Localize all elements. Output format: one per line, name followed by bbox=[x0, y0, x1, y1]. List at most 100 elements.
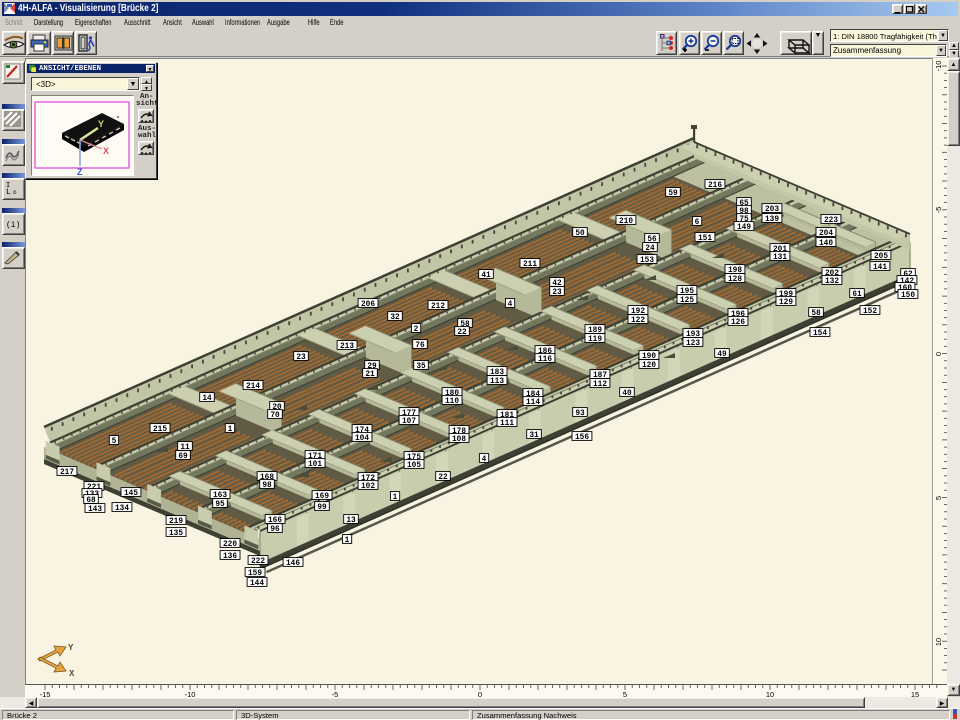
svg-text:102: 102 bbox=[361, 483, 375, 491]
svg-text:119: 119 bbox=[588, 336, 602, 344]
svg-text:145: 145 bbox=[124, 490, 138, 498]
svg-text:140: 140 bbox=[819, 240, 833, 248]
svg-text:96: 96 bbox=[270, 526, 280, 534]
svg-text:32: 32 bbox=[390, 314, 400, 322]
svg-text:123: 123 bbox=[686, 340, 700, 348]
svg-text:212: 212 bbox=[431, 303, 445, 311]
svg-text:22: 22 bbox=[457, 329, 467, 337]
svg-text:153: 153 bbox=[640, 257, 654, 265]
svg-text:139: 139 bbox=[765, 216, 779, 224]
svg-text:o: o bbox=[13, 189, 17, 196]
svg-text:203: 203 bbox=[765, 206, 779, 214]
svg-text:204: 204 bbox=[819, 230, 833, 238]
svg-text:141: 141 bbox=[873, 264, 887, 272]
svg-text:116: 116 bbox=[538, 356, 552, 364]
svg-text:61: 61 bbox=[852, 291, 862, 299]
svg-text:L: L bbox=[6, 188, 11, 197]
svg-text:31: 31 bbox=[529, 432, 539, 440]
svg-text:131: 131 bbox=[773, 254, 787, 262]
svg-text:214: 214 bbox=[246, 383, 260, 391]
svg-text:101: 101 bbox=[308, 461, 322, 469]
svg-text:69: 69 bbox=[178, 453, 188, 461]
svg-text:41: 41 bbox=[481, 272, 491, 280]
svg-text:111: 111 bbox=[500, 420, 514, 428]
svg-text:149: 149 bbox=[737, 224, 751, 232]
svg-text:35: 35 bbox=[416, 363, 426, 371]
svg-text:Y: Y bbox=[98, 119, 104, 129]
svg-text:156: 156 bbox=[575, 434, 589, 442]
svg-text:159: 159 bbox=[248, 570, 262, 578]
svg-text:152: 152 bbox=[863, 308, 877, 316]
svg-text:70: 70 bbox=[270, 412, 280, 420]
svg-text:169: 169 bbox=[315, 493, 329, 501]
svg-text:X: X bbox=[69, 669, 75, 679]
svg-text:136: 136 bbox=[223, 553, 237, 561]
svg-text:112: 112 bbox=[593, 381, 607, 389]
svg-text:217: 217 bbox=[60, 469, 74, 477]
svg-text:143: 143 bbox=[88, 506, 102, 514]
svg-text:76: 76 bbox=[415, 342, 425, 350]
svg-text:13: 13 bbox=[346, 517, 356, 525]
svg-text:2: 2 bbox=[414, 326, 419, 334]
svg-text:98: 98 bbox=[262, 482, 272, 490]
svg-text:206: 206 bbox=[361, 301, 375, 309]
svg-text:24: 24 bbox=[645, 245, 655, 253]
svg-text:110: 110 bbox=[445, 398, 459, 406]
svg-text:X: X bbox=[103, 146, 109, 156]
svg-text:213: 213 bbox=[340, 343, 354, 351]
svg-text:219: 219 bbox=[169, 518, 183, 526]
svg-text:(i): (i) bbox=[6, 221, 20, 230]
svg-text:205: 205 bbox=[874, 253, 888, 261]
svg-text:134: 134 bbox=[115, 505, 129, 513]
svg-text:5: 5 bbox=[112, 438, 117, 446]
svg-text:0: 0 bbox=[934, 352, 943, 356]
svg-text:4: 4 bbox=[508, 301, 513, 309]
svg-text:23: 23 bbox=[296, 354, 306, 362]
svg-text:Y: Y bbox=[68, 643, 74, 653]
svg-text:154: 154 bbox=[813, 330, 827, 338]
svg-text:1: 1 bbox=[393, 494, 398, 502]
svg-text:-10: -10 bbox=[934, 61, 943, 72]
svg-text:151: 151 bbox=[698, 235, 712, 243]
svg-text:105: 105 bbox=[407, 462, 421, 470]
svg-text:220: 220 bbox=[223, 541, 237, 549]
svg-text:1: 1 bbox=[228, 426, 233, 434]
svg-text:150: 150 bbox=[901, 292, 915, 300]
svg-text:-5: -5 bbox=[934, 207, 943, 214]
svg-text:135: 135 bbox=[169, 530, 183, 538]
svg-text:104: 104 bbox=[355, 435, 369, 443]
svg-text:146: 146 bbox=[286, 560, 300, 568]
svg-text:99: 99 bbox=[317, 504, 327, 512]
svg-text:Z: Z bbox=[77, 167, 83, 175]
svg-text:21: 21 bbox=[365, 371, 375, 379]
svg-text:1: 1 bbox=[345, 537, 350, 545]
svg-text:132: 132 bbox=[825, 278, 839, 286]
svg-text:58: 58 bbox=[811, 310, 821, 318]
svg-text:215: 215 bbox=[153, 426, 167, 434]
svg-text:114: 114 bbox=[526, 399, 540, 407]
svg-text:50: 50 bbox=[575, 230, 585, 238]
svg-text:95: 95 bbox=[215, 501, 225, 509]
svg-text:211: 211 bbox=[523, 261, 537, 269]
svg-text:107: 107 bbox=[402, 418, 416, 426]
svg-text:122: 122 bbox=[631, 317, 645, 325]
svg-text:128: 128 bbox=[728, 276, 742, 284]
svg-text:216: 216 bbox=[708, 182, 722, 190]
svg-text:125: 125 bbox=[680, 297, 694, 305]
svg-text:144: 144 bbox=[250, 580, 264, 588]
svg-text:210: 210 bbox=[619, 218, 633, 226]
svg-text:23: 23 bbox=[552, 289, 562, 297]
svg-text:10: 10 bbox=[934, 638, 943, 646]
svg-text:22: 22 bbox=[438, 474, 448, 482]
svg-text:4: 4 bbox=[482, 456, 487, 464]
svg-text:59: 59 bbox=[668, 190, 678, 198]
svg-text:93: 93 bbox=[575, 410, 585, 418]
svg-text:222: 222 bbox=[251, 558, 265, 566]
svg-text:108: 108 bbox=[452, 436, 466, 444]
svg-text:126: 126 bbox=[731, 319, 745, 327]
svg-text:5: 5 bbox=[934, 496, 943, 500]
svg-text:40: 40 bbox=[622, 390, 632, 398]
svg-text:223: 223 bbox=[824, 217, 838, 225]
svg-text:129: 129 bbox=[779, 299, 793, 307]
svg-text:113: 113 bbox=[490, 378, 504, 386]
